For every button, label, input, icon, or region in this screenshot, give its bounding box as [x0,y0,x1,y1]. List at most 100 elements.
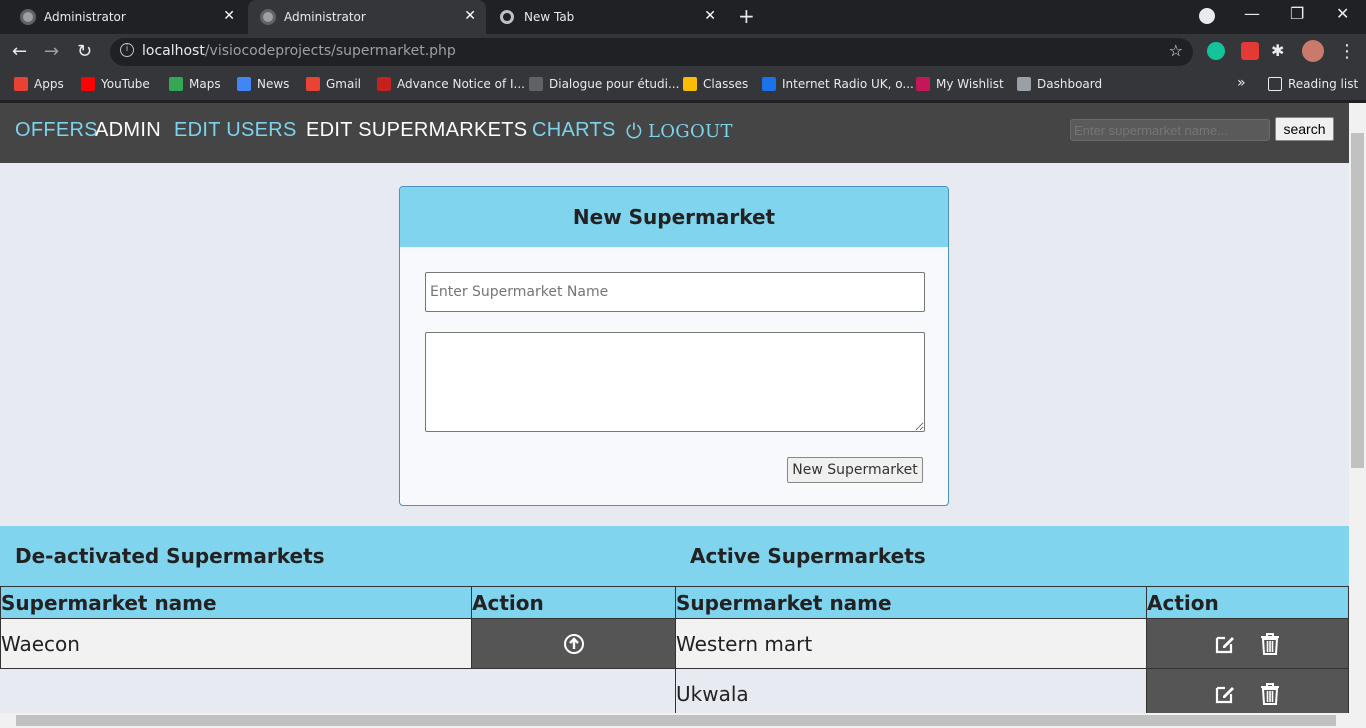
wishlist-icon [916,77,930,91]
supermarket-name-cell: Ukwala [675,668,1147,713]
col-header-name: Supermarket name [675,586,1147,619]
reload-icon[interactable]: ↻ [77,41,92,62]
col-header-name: Supermarket name [0,586,472,619]
bookmark-internet-radio[interactable]: Internet Radio UK, o... [762,77,914,91]
new-supermarket-card: New Supermarket New Supermarket [399,186,949,506]
trash-icon[interactable] [1258,682,1282,706]
active-table: Supermarket name Action Western mart Ukw… [675,586,1349,713]
card-title: New Supermarket [400,187,948,247]
tab-search-icon[interactable] [1199,8,1215,24]
close-window-icon[interactable]: ✕ [1336,4,1349,23]
browser-toolbar: ← → ↻ i localhost/visiocodeprojects/supe… [0,34,1366,70]
supermarket-name-cell: Waecon [0,618,472,669]
chrome-icon [500,10,514,24]
classroom-icon [683,77,697,91]
table-header-row: Supermarket name Action [675,586,1349,619]
action-cell [1146,668,1349,713]
bookmark-news[interactable]: News [237,77,289,91]
close-tab-icon[interactable]: ✕ [464,8,476,24]
more-bookmarks-chevron-icon[interactable]: » [1237,75,1246,91]
bookmark-dashboard[interactable]: Dashboard [1017,77,1102,91]
profile-avatar[interactable] [1302,40,1324,62]
supermarket-name-cell: Western mart [675,618,1147,669]
supermarket-description-textarea[interactable] [425,332,925,432]
supermarket-name-input[interactable] [425,272,925,312]
minimize-icon[interactable]: — [1244,4,1260,23]
top-navbar: OFFERS ADMIN EDIT USERS EDIT SUPERMARKET… [0,103,1349,163]
search-button[interactable]: search [1275,117,1334,141]
deactivated-heading: De-activated Supermarkets [0,526,675,586]
site-info-icon[interactable]: i [120,43,134,57]
tab-title: Administrator [44,10,126,24]
url-text: localhost/visiocodeprojects/supermarket.… [142,43,456,59]
table-row: Ukwala [675,668,1349,713]
page-favicon-icon [260,9,276,25]
nav-edit-users-link[interactable]: EDIT USERS [174,119,297,142]
forward-arrow-icon[interactable]: → [44,41,59,62]
col-header-action: Action [471,586,676,619]
page-viewport: OFFERS ADMIN EDIT USERS EDIT SUPERMARKET… [0,103,1349,713]
bookmark-youtube[interactable]: YouTube [81,77,150,91]
bookmarks-bar: Apps YouTube Maps News Gmail Advance Not… [0,70,1366,100]
bookmark-maps[interactable]: Maps [169,77,221,91]
restore-icon[interactable]: ❐ [1290,4,1304,23]
scroll-thumb[interactable] [1351,133,1364,468]
horizontal-scrollbar[interactable] [0,713,1366,728]
scroll-thumb[interactable] [16,715,1336,726]
browser-tab[interactable]: Administrator ✕ [0,0,245,34]
bookmark-gmail[interactable]: Gmail [306,77,361,91]
new-tab-icon[interactable]: + [738,4,755,28]
reading-list-icon [1268,77,1282,91]
nav-charts-link[interactable]: CHARTS [532,119,616,142]
nav-admin-link[interactable]: ADMIN [95,119,161,142]
edit-icon[interactable] [1213,682,1237,706]
close-tab-icon[interactable]: ✕ [704,8,716,24]
news-icon [237,77,251,91]
col-header-action: Action [1146,586,1349,619]
new-supermarket-button[interactable]: New Supermarket [787,457,923,483]
maps-pin-icon [169,77,183,91]
action-cell [471,618,676,669]
close-tab-icon[interactable]: ✕ [223,8,235,24]
browser-tab-active[interactable]: Administrator ✕ [248,0,486,34]
activate-arrow-up-icon[interactable] [562,632,586,656]
search-input[interactable] [1070,119,1270,141]
mail-icon [377,77,391,91]
bookmark-star-icon[interactable]: ☆ [1169,41,1183,60]
power-icon[interactable]: ⏻ [626,119,642,143]
bookmark-advance-notice[interactable]: Advance Notice of I... [377,77,525,91]
browser-tab[interactable]: New Tab ✕ [488,0,726,34]
apps-grid-icon [14,77,28,91]
reading-list[interactable]: Reading list [1268,77,1358,91]
back-arrow-icon[interactable]: ← [12,41,27,62]
action-cell [1146,618,1349,669]
extensions-puzzle-icon[interactable]: ✱ [1271,41,1284,60]
address-bar[interactable]: i localhost/visiocodeprojects/supermarke… [110,38,1193,66]
nav-offers-link[interactable]: OFFERS [15,119,98,142]
nav-edit-supermarkets-link[interactable]: EDIT SUPERMARKETS [306,119,527,142]
active-heading: Active Supermarkets [675,526,1349,586]
youtube-icon [81,77,95,91]
edit-icon[interactable] [1213,632,1237,656]
trash-icon[interactable] [1258,632,1282,656]
menu-kebab-icon[interactable]: ⋮ [1338,41,1356,62]
page-favicon-icon [20,9,36,25]
vertical-scrollbar[interactable] [1349,103,1366,713]
uk-flag-icon [762,77,776,91]
bookmark-classes[interactable]: Classes [683,77,748,91]
extension-badge-icon[interactable] [1241,42,1259,60]
bookmark-dialogue[interactable]: Dialogue pour étudi... [529,77,679,91]
browser-tab-strip: Administrator ✕ Administrator ✕ New Tab … [0,0,1366,34]
table-row: Western mart [675,618,1349,669]
deactivated-table: Supermarket name Action Waecon [0,586,676,669]
dashboard-icon [1017,77,1031,91]
gmail-icon [306,77,320,91]
bookmark-wishlist[interactable]: My Wishlist [916,77,1004,91]
nav-logout-link[interactable]: LOGOUT [648,121,733,142]
table-row: Waecon [0,618,676,669]
grammarly-icon[interactable] [1207,42,1225,60]
tab-title: Administrator [284,10,366,24]
table-header-row: Supermarket name Action [0,586,676,619]
tab-title: New Tab [524,10,575,24]
bookmark-apps[interactable]: Apps [14,77,64,91]
